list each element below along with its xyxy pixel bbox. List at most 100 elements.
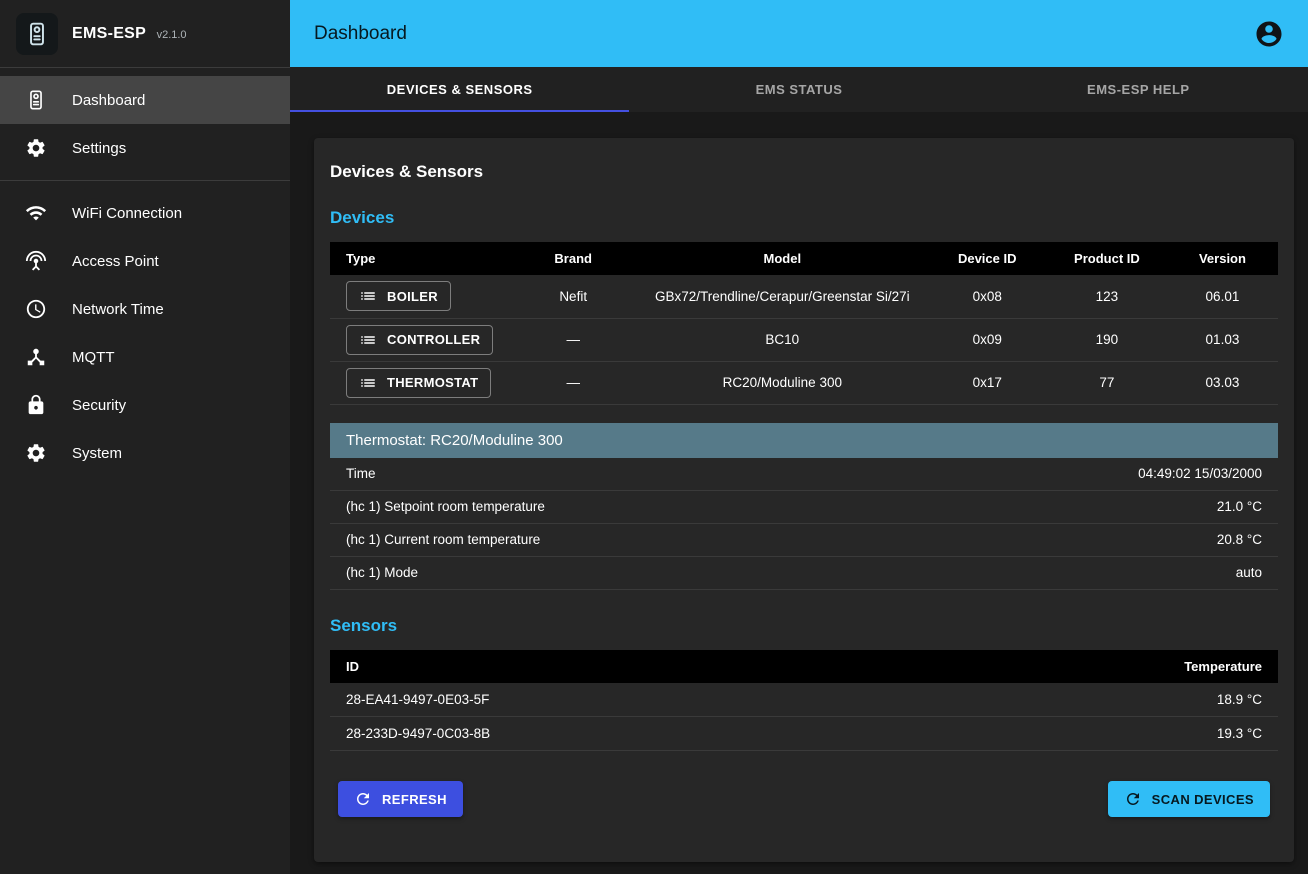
detail-label: Time — [346, 466, 376, 481]
sidebar-item-label: Dashboard — [72, 92, 145, 109]
cell-device-id: 0x09 — [928, 318, 1047, 361]
app-logo — [16, 13, 58, 55]
sidebar-item-access-point[interactable]: Access Point — [0, 237, 290, 285]
refresh-icon — [1124, 790, 1142, 808]
clock-icon — [24, 297, 48, 321]
refresh-button-label: REFRESH — [382, 792, 447, 807]
sidebar-item-label: Security — [72, 397, 126, 414]
detail-value: 04:49:02 15/03/2000 — [1138, 466, 1262, 481]
device-type-label: CONTROLLER — [387, 332, 480, 347]
sidebar-item-dashboard[interactable]: Dashboard — [0, 76, 290, 124]
cell-type: BOILER — [330, 275, 509, 318]
sidebar-item-label: WiFi Connection — [72, 205, 182, 222]
detail-value: 21.0 °C — [1217, 499, 1262, 514]
app-name: EMS-ESP — [72, 25, 146, 42]
cell-product-id: 190 — [1047, 318, 1167, 361]
sidebar-item-label: Settings — [72, 140, 126, 157]
thermostat-device-button[interactable]: THERMOSTAT — [346, 368, 491, 398]
scan-devices-button-label: SCAN DEVICES — [1152, 792, 1254, 807]
refresh-icon — [354, 790, 372, 808]
sensor-row: 28-EA41-9497-0E03-5F 18.9 °C — [330, 683, 1278, 717]
scan-devices-button[interactable]: SCAN DEVICES — [1108, 781, 1270, 817]
controller-device-button[interactable]: CONTROLLER — [346, 325, 493, 355]
sensors-table: ID Temperature 28-EA41-9497-0E03-5F 18.9… — [330, 650, 1278, 752]
cell-device-id: 0x17 — [928, 361, 1047, 404]
ems-esp-app: EMS-ESP v2.1.0 Dashboard Settings — [0, 0, 1308, 874]
column-header-temperature: Temperature — [914, 650, 1278, 683]
sidebar-item-security[interactable]: Security — [0, 381, 290, 429]
sidebar-header: EMS-ESP v2.1.0 — [0, 0, 290, 67]
sensors-section-title: Sensors — [330, 616, 1278, 636]
list-icon — [359, 331, 377, 349]
ems-device-icon — [24, 21, 50, 47]
tab-devices-sensors[interactable]: DEVICES & SENSORS — [290, 67, 629, 112]
hub-icon — [24, 345, 48, 369]
sidebar-item-mqtt[interactable]: MQTT — [0, 333, 290, 381]
sidebar-item-network-time[interactable]: Network Time — [0, 285, 290, 333]
devices-table: Type Brand Model Device ID Product ID Ve… — [330, 242, 1278, 405]
device-row-thermostat: THERMOSTAT — RC20/Moduline 300 0x17 77 0… — [330, 361, 1278, 404]
cell-product-id: 77 — [1047, 361, 1167, 404]
main-area: Dashboard DEVICES & SENSORS EMS STATUS E… — [290, 0, 1308, 874]
cell-sensor-temperature: 18.9 °C — [914, 683, 1278, 717]
devices-table-header-row: Type Brand Model Device ID Product ID Ve… — [330, 242, 1278, 275]
tab-bar: DEVICES & SENSORS EMS STATUS EMS-ESP HEL… — [290, 67, 1308, 112]
detail-label: (hc 1) Current room temperature — [346, 532, 540, 547]
cell-brand: — — [509, 318, 637, 361]
gear-icon — [24, 136, 48, 160]
appbar: Dashboard — [290, 0, 1308, 67]
cell-model: RC20/Moduline 300 — [637, 361, 927, 404]
sidebar-item-settings[interactable]: Settings — [0, 124, 290, 172]
gear-icon — [24, 441, 48, 465]
tab-ems-esp-help[interactable]: EMS-ESP HELP — [969, 67, 1308, 112]
cell-type: CONTROLLER — [330, 318, 509, 361]
detail-row: Time 04:49:02 15/03/2000 — [330, 458, 1278, 491]
column-header-brand: Brand — [509, 242, 637, 275]
card-actions: REFRESH SCAN DEVICES — [330, 781, 1278, 817]
detail-row: (hc 1) Current room temperature 20.8 °C — [330, 524, 1278, 557]
device-type-label: THERMOSTAT — [387, 375, 478, 390]
card-title: Devices & Sensors — [330, 162, 1278, 182]
detail-label: (hc 1) Setpoint room temperature — [346, 499, 545, 514]
column-header-id: ID — [330, 650, 914, 683]
sensors-table-header-row: ID Temperature — [330, 650, 1278, 683]
sidebar-section-divider — [0, 180, 290, 181]
page-title: Dashboard — [314, 23, 407, 45]
sidebar-item-label: Network Time — [72, 301, 164, 318]
refresh-button[interactable]: REFRESH — [338, 781, 463, 817]
app-title-group: EMS-ESP v2.1.0 — [72, 25, 187, 43]
column-header-model: Model — [637, 242, 927, 275]
cell-sensor-temperature: 19.3 °C — [914, 717, 1278, 751]
lock-icon — [24, 393, 48, 417]
device-type-label: BOILER — [387, 289, 438, 304]
column-header-device-id: Device ID — [928, 242, 1047, 275]
cell-type: THERMOSTAT — [330, 361, 509, 404]
list-icon — [359, 374, 377, 392]
cell-sensor-id: 28-EA41-9497-0E03-5F — [330, 683, 914, 717]
sidebar-item-wifi-connection[interactable]: WiFi Connection — [0, 189, 290, 237]
tab-ems-status[interactable]: EMS STATUS — [629, 67, 968, 112]
sensor-row: 28-233D-9497-0C03-8B 19.3 °C — [330, 717, 1278, 751]
detail-row: (hc 1) Setpoint room temperature 21.0 °C — [330, 491, 1278, 524]
cell-device-id: 0x08 — [928, 275, 1047, 318]
cell-brand: — — [509, 361, 637, 404]
cell-version: 06.01 — [1167, 275, 1278, 318]
sidebar-item-system[interactable]: System — [0, 429, 290, 477]
sidebar-menu: Dashboard Settings WiFi Connection Acces — [0, 68, 290, 485]
cell-model: GBx72/Trendline/Cerapur/Greenstar Si/27i — [637, 275, 927, 318]
cell-product-id: 123 — [1047, 275, 1167, 318]
account-button[interactable] — [1254, 19, 1284, 49]
sidebar-item-label: System — [72, 445, 122, 462]
ems-device-icon — [24, 88, 48, 112]
detail-value: auto — [1236, 565, 1262, 580]
devices-sensors-card: Devices & Sensors Devices Type Brand Mod… — [314, 138, 1294, 862]
device-detail-header: Thermostat: RC20/Moduline 300 — [330, 423, 1278, 458]
devices-section-title: Devices — [330, 208, 1278, 228]
column-header-version: Version — [1167, 242, 1278, 275]
boiler-device-button[interactable]: BOILER — [346, 281, 451, 311]
cell-version: 01.03 — [1167, 318, 1278, 361]
sidebar: EMS-ESP v2.1.0 Dashboard Settings — [0, 0, 290, 874]
content-area: Devices & Sensors Devices Type Brand Mod… — [290, 112, 1308, 874]
cell-version: 03.03 — [1167, 361, 1278, 404]
detail-value: 20.8 °C — [1217, 532, 1262, 547]
